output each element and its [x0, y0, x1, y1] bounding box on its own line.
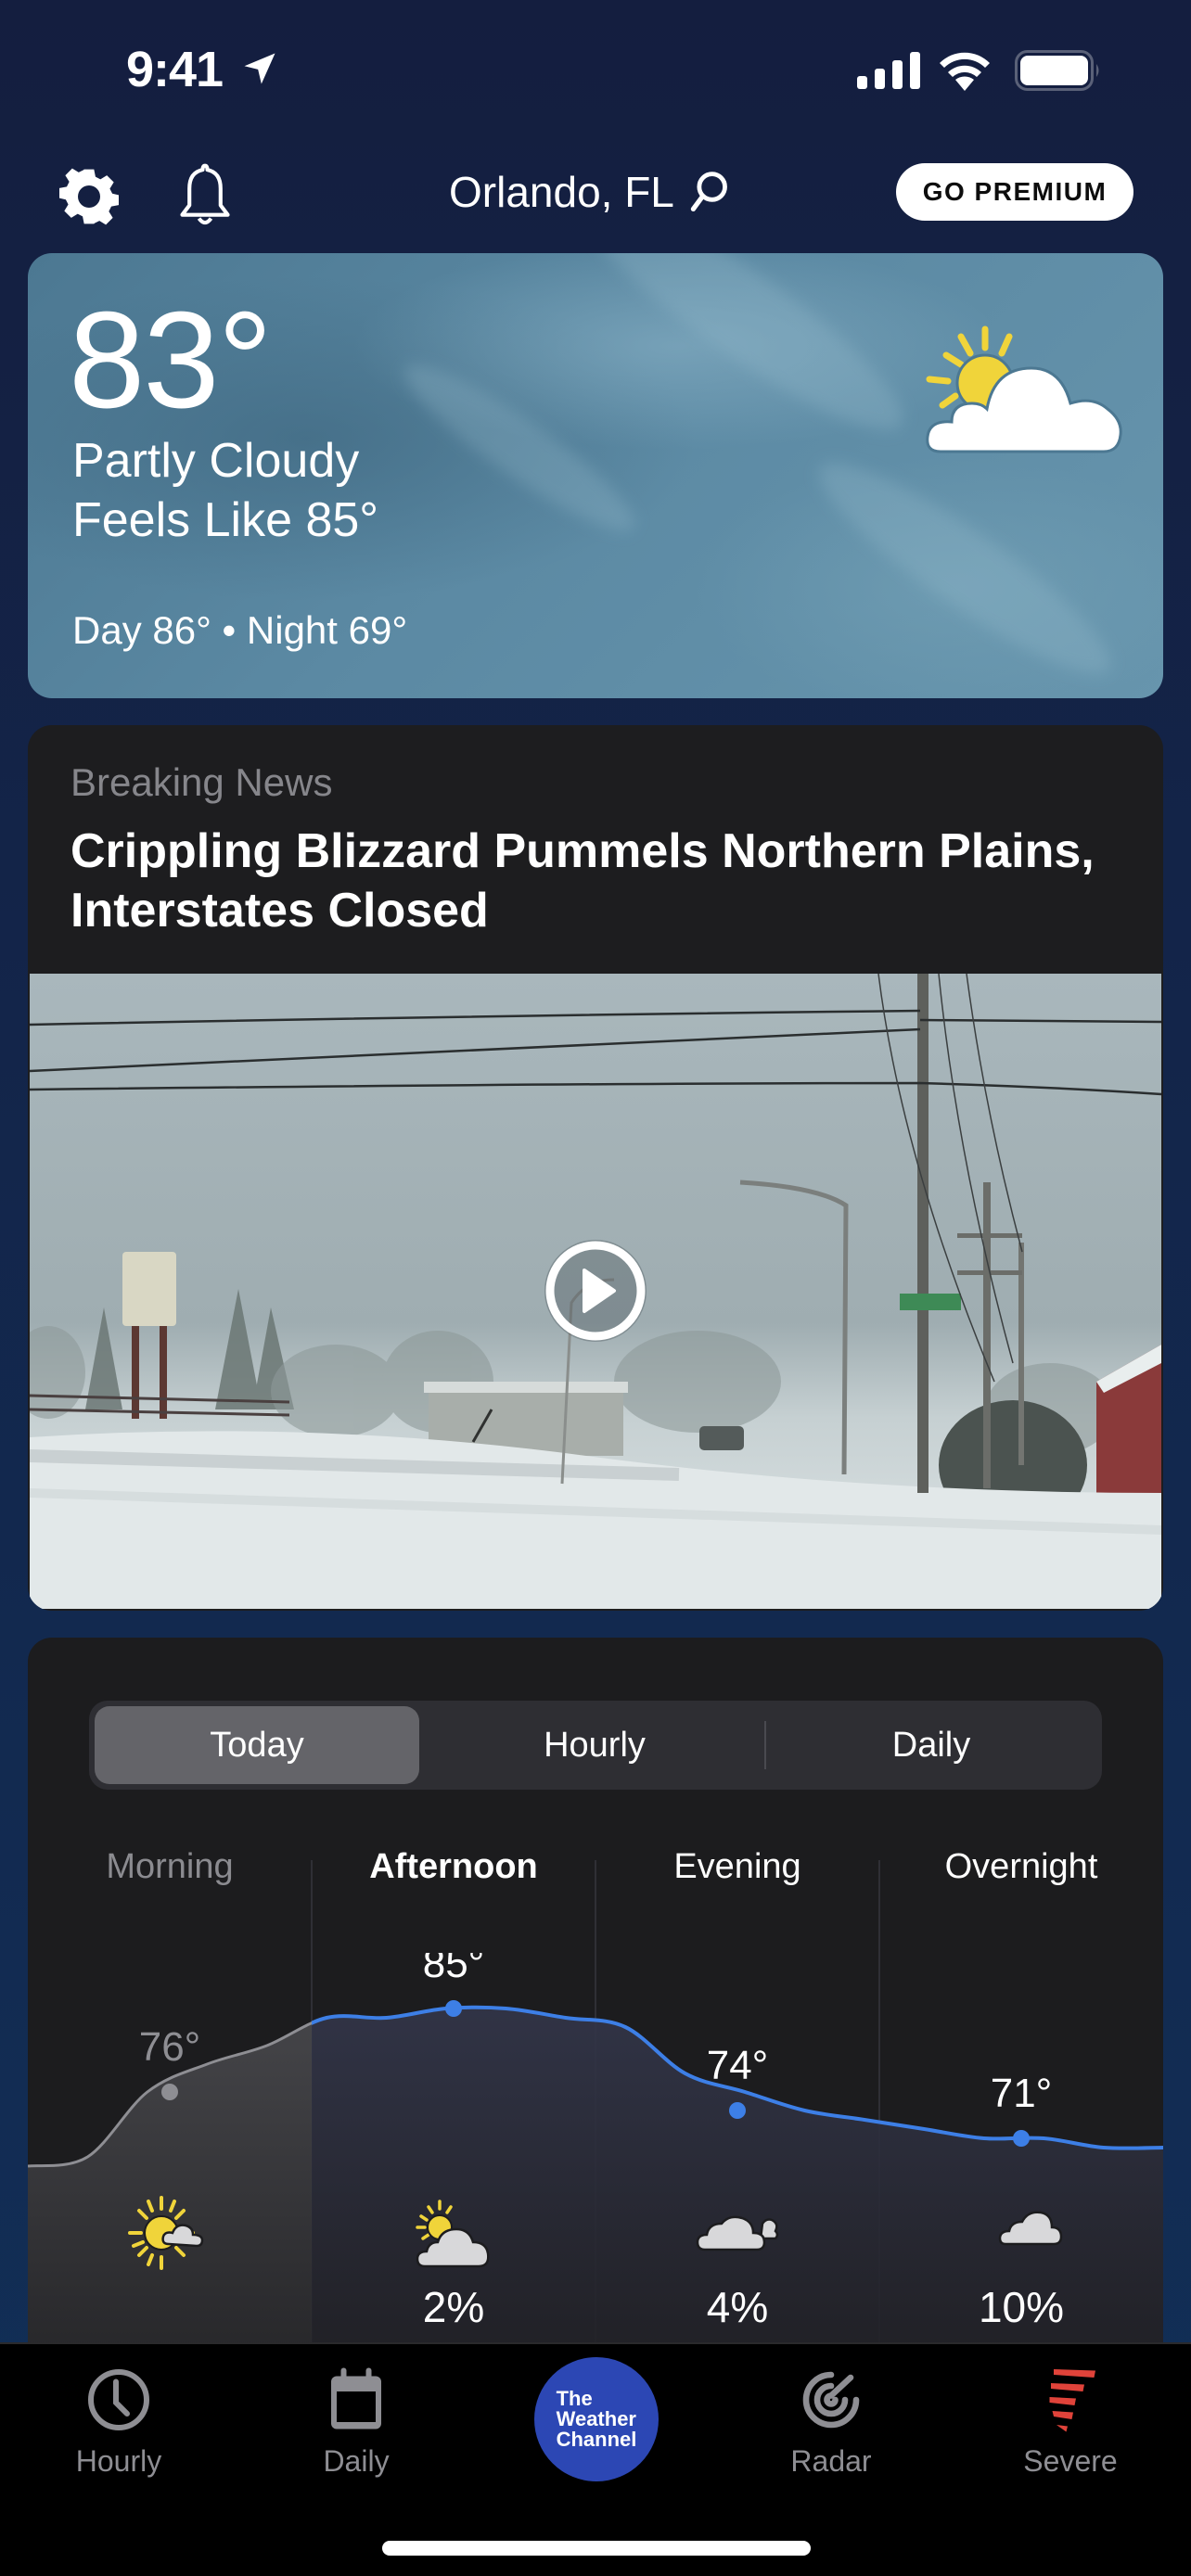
home-indicator[interactable]	[382, 2541, 811, 2556]
tab-hourly[interactable]: Hourly	[425, 1706, 764, 1784]
tab-bar-daily[interactable]: Daily	[263, 2366, 449, 2479]
tab-bar-label: Hourly	[75, 2444, 162, 2478]
battery-icon	[1015, 50, 1099, 91]
calendar-icon	[331, 2367, 381, 2429]
cellular-signal-icon	[857, 52, 920, 89]
location-arrow-icon	[244, 53, 275, 84]
gear-icon[interactable]	[59, 167, 119, 226]
precip-chance-afternoon: 2%	[422, 2283, 485, 2331]
tab-bar-label: Radar	[790, 2444, 872, 2478]
status-bar: 9:41	[0, 0, 1191, 139]
current-conditions-card[interactable]: 83° Partly Cloudy Feels Like 85° Day 86°…	[28, 253, 1163, 698]
bell-icon[interactable]	[176, 161, 234, 230]
temp-label-evening: 74°	[707, 2043, 769, 2088]
period-label-overnight[interactable]: Overnight	[879, 1847, 1163, 1887]
status-time: 9:41	[126, 42, 224, 97]
temp-point-afternoon	[445, 2000, 462, 2017]
tab-bar-hourly[interactable]: Hourly	[26, 2366, 211, 2479]
current-temperature: 83°	[69, 284, 273, 437]
precip-chance-overnight: 10%	[978, 2283, 1065, 2331]
news-headline[interactable]: Crippling Blizzard Pummels Northern Plai…	[70, 822, 1137, 940]
search-icon	[690, 172, 727, 212]
video-thumbnail[interactable]	[30, 974, 1161, 1609]
radar-icon	[802, 2371, 860, 2429]
temp-label-morning: 76°	[139, 2024, 201, 2070]
mostly-sunny-icon	[128, 2196, 204, 2270]
cloud-texture	[799, 437, 1131, 698]
mostly-cloudy-night-icon	[696, 2201, 779, 2263]
severe-tornado-icon	[1049, 2369, 1095, 2432]
period-label-afternoon[interactable]: Afternoon	[312, 1847, 596, 1887]
tab-bar-label: Daily	[323, 2444, 390, 2478]
go-premium-button[interactable]: GO PREMIUM	[896, 163, 1133, 221]
partly-cloudy-night-icon	[983, 2200, 1063, 2267]
day-night-temps: Day 86° • Night 69°	[72, 608, 408, 652]
period-label-evening[interactable]: Evening	[596, 1847, 879, 1887]
forecast-segmented-control: Today Hourly Daily	[89, 1701, 1102, 1790]
temp-label-afternoon: 85°	[423, 1953, 485, 1986]
forecast-card: Today Hourly Daily Morning Afternoon Eve…	[28, 1638, 1163, 2342]
temp-point-overnight	[1013, 2130, 1030, 2147]
cloud-texture	[558, 253, 926, 460]
feels-like: Feels Like 85°	[72, 493, 379, 547]
play-icon[interactable]	[542, 1237, 649, 1345]
top-header: Orlando, FL GO PREMIUM	[0, 148, 1191, 241]
tab-bar-severe[interactable]: Severe	[978, 2366, 1163, 2479]
breaking-news-card[interactable]: Breaking News Crippling Blizzard Pummels…	[28, 725, 1163, 1611]
period-label-morning[interactable]: Morning	[28, 1847, 312, 1887]
partly-cloudy-day-icon	[416, 2200, 490, 2268]
precip-chance-evening: 4%	[706, 2283, 769, 2331]
tab-bar-radar[interactable]: Radar	[738, 2366, 924, 2479]
tab-today[interactable]: Today	[95, 1706, 419, 1784]
twc-logo-text: The Weather Channel	[556, 2387, 637, 2451]
tab-daily[interactable]: Daily	[766, 1706, 1096, 1784]
clock-icon	[88, 2369, 149, 2430]
tab-bar-label: Severe	[1023, 2444, 1118, 2478]
temp-label-overnight: 71°	[991, 2071, 1053, 2116]
temp-point-evening	[729, 2102, 746, 2119]
location-name: Orlando, FL	[449, 168, 674, 216]
cloud-texture	[389, 345, 650, 551]
twc-logo-button[interactable]: The Weather Channel	[534, 2357, 659, 2481]
wifi-icon	[940, 52, 990, 91]
location-search[interactable]: Orlando, FL	[449, 167, 730, 217]
temp-point-morning	[161, 2084, 178, 2100]
current-condition: Partly Cloudy	[72, 434, 360, 488]
partly-cloudy-day-icon	[926, 325, 1122, 453]
news-label: Breaking News	[70, 760, 333, 804]
